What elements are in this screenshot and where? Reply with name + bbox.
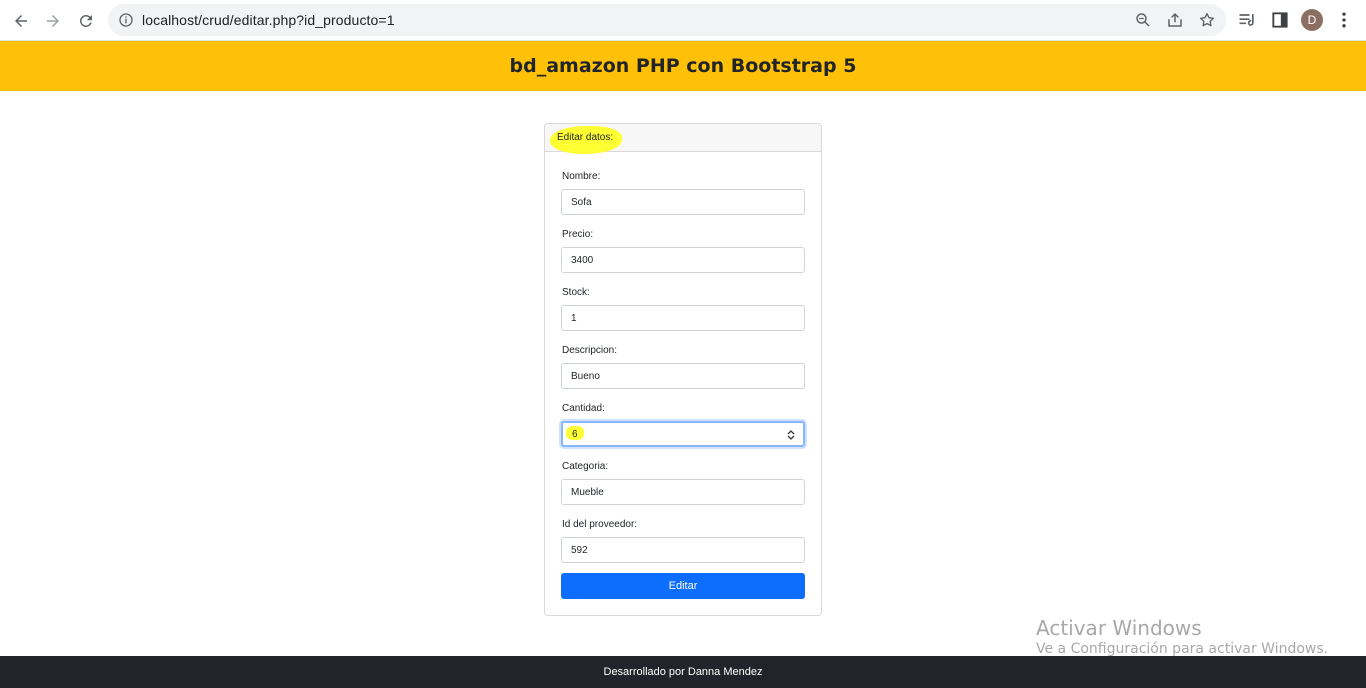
- sidepanel-icon[interactable]: [1270, 10, 1290, 30]
- precio-input[interactable]: 3400: [561, 247, 805, 273]
- stock-input[interactable]: 1: [561, 305, 805, 331]
- zoom-icon[interactable]: [1134, 11, 1152, 29]
- descripcion-value: Bueno: [571, 370, 600, 382]
- categoria-value: Mueble: [571, 486, 604, 498]
- reload-icon: [79, 14, 92, 27]
- footer-text: Desarrollado por Danna Mendez: [603, 666, 763, 678]
- proveedor-input[interactable]: 592: [561, 537, 805, 563]
- nombre-label: Nombre:: [562, 171, 601, 182]
- card-header: Editar datos:: [545, 124, 821, 154]
- proveedor-label: Id del proveedor:: [562, 519, 638, 530]
- back-icon: [15, 15, 27, 27]
- proveedor-value: 592: [571, 544, 588, 556]
- menu-icon[interactable]: [1334, 10, 1354, 30]
- descripcion-input[interactable]: Bueno: [561, 363, 805, 389]
- address-bar[interactable]: localhost/crud/editar.php?id_producto=1: [108, 4, 1226, 36]
- page-title: bd_amazon PHP con Bootstrap 5: [509, 55, 857, 77]
- number-spinner-icon[interactable]: [787, 429, 795, 441]
- cantidad-value: 6: [572, 428, 578, 440]
- precio-label: Precio:: [562, 229, 594, 240]
- browser-toolbar: localhost/crud/editar.php?id_producto=1 …: [0, 0, 1366, 41]
- share-icon[interactable]: [1166, 11, 1184, 29]
- info-icon[interactable]: [118, 12, 134, 28]
- site-footer: Desarrollado por Danna Mendez: [0, 656, 1366, 688]
- reload-button[interactable]: [73, 8, 99, 34]
- precio-value: 3400: [571, 254, 594, 266]
- cantidad-label: Cantidad:: [562, 403, 605, 414]
- avatar-letter: D: [1307, 13, 1317, 27]
- nombre-value: Sofa: [571, 196, 592, 208]
- editar-button[interactable]: Editar: [561, 573, 805, 599]
- cantidad-input[interactable]: 6: [561, 421, 805, 447]
- watermark-title: Activar Windows: [1036, 616, 1202, 640]
- edit-card: Editar datos: Nombre: Sofa Precio: 3400 …: [544, 123, 822, 616]
- url-text[interactable]: localhost/crud/editar.php?id_producto=1: [142, 12, 395, 28]
- forward-button[interactable]: [40, 8, 66, 34]
- watermark-subtitle: Ve a Configuración para activar Windows.: [1036, 641, 1329, 657]
- nombre-input[interactable]: Sofa: [561, 189, 805, 215]
- categoria-label: Categoria:: [562, 461, 609, 472]
- media-icon[interactable]: [1237, 10, 1257, 30]
- categoria-input[interactable]: Mueble: [561, 479, 805, 505]
- star-icon[interactable]: [1198, 11, 1216, 29]
- descripcion-label: Descripcion:: [562, 345, 618, 356]
- card-title: Editar datos:: [557, 132, 614, 143]
- stock-label: Stock:: [562, 287, 590, 298]
- forward-icon: [47, 15, 59, 27]
- avatar[interactable]: D: [1301, 9, 1323, 31]
- site-header: bd_amazon PHP con Bootstrap 5: [0, 41, 1366, 91]
- back-button[interactable]: [8, 8, 34, 34]
- stock-value: 1: [571, 312, 577, 324]
